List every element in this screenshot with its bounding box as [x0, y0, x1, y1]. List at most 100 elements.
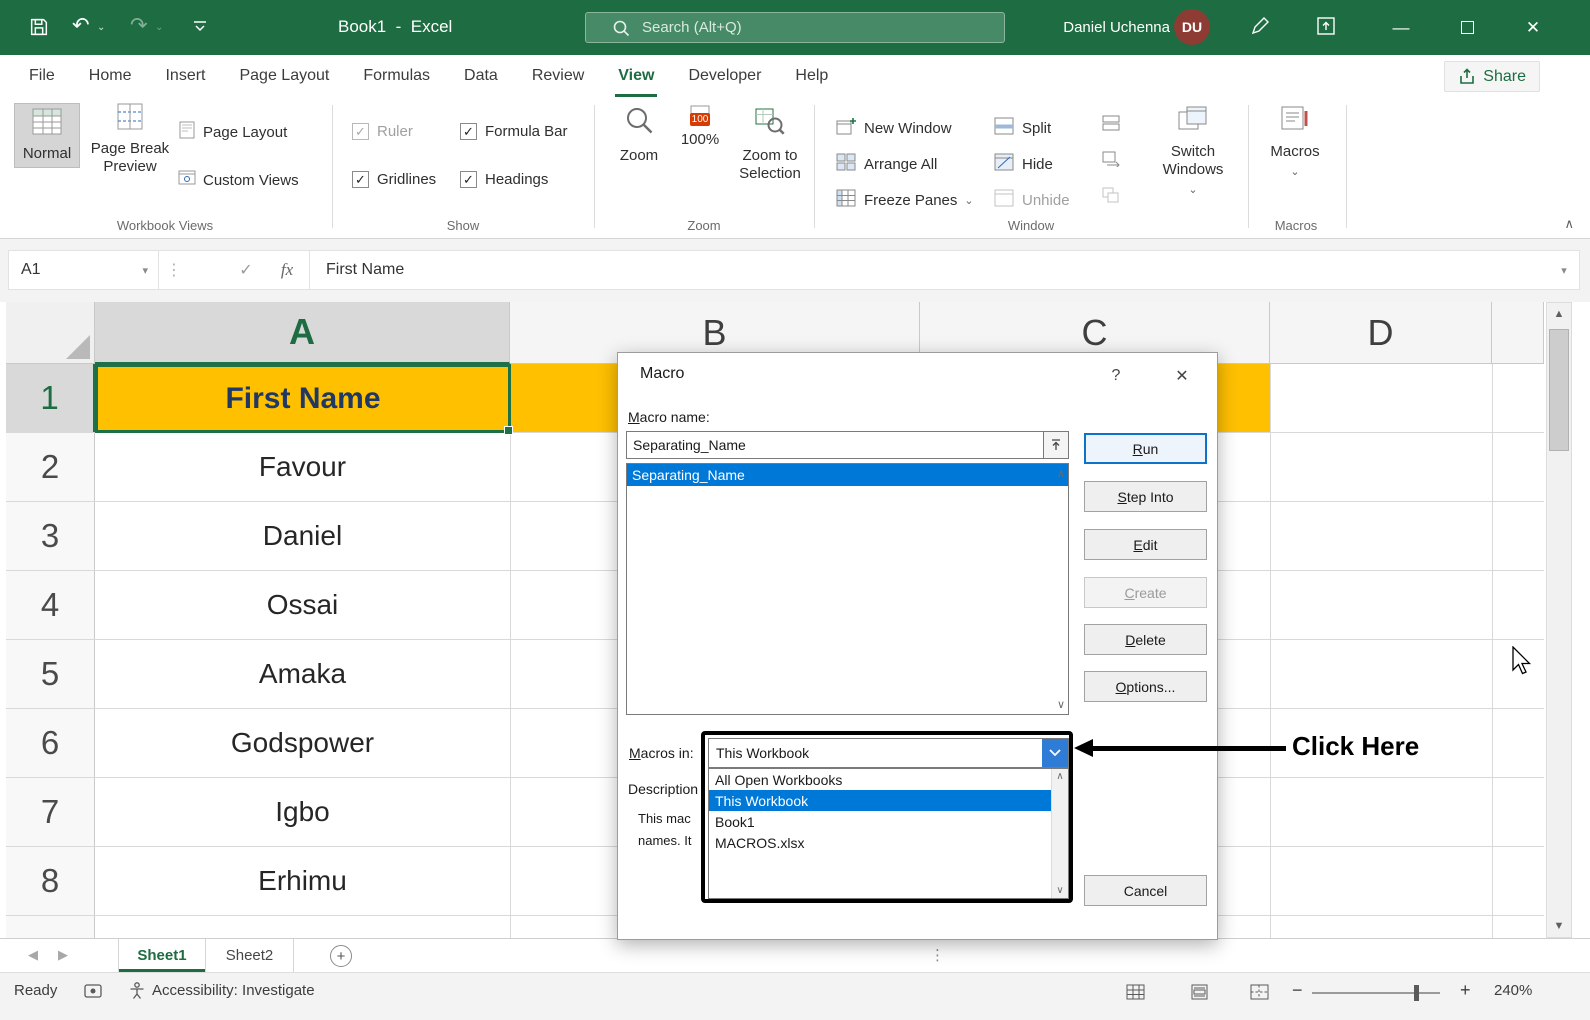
row-header-6[interactable]: 6: [6, 709, 95, 777]
cell-a1-selected[interactable]: First Name: [95, 364, 511, 433]
dialog-close-icon[interactable]: ✕: [1162, 361, 1202, 391]
row-header-9[interactable]: [6, 916, 95, 938]
sheet-nav-left-icon[interactable]: ◀: [28, 947, 38, 963]
edit-button[interactable]: Edit: [1084, 529, 1207, 560]
macro-name-expand-icon[interactable]: [1044, 431, 1069, 459]
customize-quick-access-icon[interactable]: [192, 20, 208, 39]
ruler-checkbox[interactable]: ✓ Ruler: [352, 123, 413, 140]
dialog-help-icon[interactable]: ?: [1096, 361, 1136, 391]
tab-bar-grip[interactable]: ⋮: [930, 946, 945, 964]
save-icon[interactable]: [28, 16, 50, 43]
macro-name-input[interactable]: Separating_Name: [626, 431, 1044, 459]
share-button[interactable]: Share: [1444, 61, 1540, 92]
maximize-button[interactable]: [1444, 0, 1490, 55]
custom-views-button[interactable]: Custom Views: [178, 169, 299, 191]
ink-pen-icon[interactable]: [1250, 16, 1270, 41]
row-header-1[interactable]: 1: [6, 364, 95, 432]
column-header-a[interactable]: A: [95, 302, 510, 364]
search-input[interactable]: Search (Alt+Q): [585, 12, 1005, 43]
account-name[interactable]: Daniel Uchenna: [1040, 19, 1170, 36]
cell-a5[interactable]: Amaka: [95, 640, 510, 708]
sheet-tab-sheet2[interactable]: Sheet2: [206, 939, 294, 972]
scroll-up-icon[interactable]: ▲: [1547, 308, 1571, 320]
collapse-ribbon-icon[interactable]: ∧: [1564, 216, 1574, 232]
row-header-7[interactable]: 7: [6, 778, 95, 846]
cancel-button[interactable]: Cancel: [1084, 875, 1207, 906]
split-button[interactable]: Split: [994, 117, 1051, 140]
formula-bar-checkbox[interactable]: ✓ Formula Bar: [460, 123, 568, 140]
cell-a4[interactable]: Ossai: [95, 571, 510, 639]
tab-insert[interactable]: Insert: [148, 55, 222, 97]
delete-button[interactable]: Delete: [1084, 624, 1207, 655]
cell-a6[interactable]: Godspower: [95, 709, 510, 777]
minimize-button[interactable]: —: [1378, 0, 1424, 55]
cancel-entry-icon[interactable]: [189, 251, 227, 289]
run-button[interactable]: Run: [1084, 433, 1207, 464]
insert-function-icon[interactable]: fx: [265, 251, 309, 289]
formula-bar-expand-icon[interactable]: ▾: [1549, 251, 1579, 289]
formula-bar-grip[interactable]: ⋮: [159, 251, 189, 289]
row-header-3[interactable]: 3: [6, 502, 95, 570]
column-header-e[interactable]: [1492, 302, 1544, 364]
scroll-down-icon[interactable]: ∨: [1057, 698, 1065, 711]
row-header-8[interactable]: 8: [6, 847, 95, 915]
close-button[interactable]: ✕: [1510, 0, 1556, 55]
view-side-by-side-icon[interactable]: [1102, 115, 1120, 136]
new-sheet-button[interactable]: +: [330, 945, 352, 967]
freeze-panes-button[interactable]: Freeze Panes ⌄: [836, 189, 974, 212]
tab-data[interactable]: Data: [447, 55, 515, 97]
macros-button[interactable]: Macros ⌄: [1262, 105, 1328, 179]
confirm-entry-icon[interactable]: ✓: [227, 251, 265, 289]
vertical-scrollbar-thumb[interactable]: [1549, 329, 1569, 451]
page-break-status-icon[interactable]: [1250, 984, 1269, 1004]
options-button[interactable]: Options...: [1084, 671, 1207, 702]
macro-list[interactable]: Separating_Name ∧ ∨: [626, 463, 1069, 715]
tab-file[interactable]: File: [12, 55, 72, 97]
zoom-to-selection-button[interactable]: Zoom to Selection: [732, 105, 808, 183]
headings-checkbox[interactable]: ✓ Headings: [460, 171, 548, 188]
tab-developer[interactable]: Developer: [671, 55, 778, 97]
hide-button[interactable]: Hide: [994, 153, 1053, 176]
select-all-corner[interactable]: [6, 302, 95, 364]
undo-dropdown-icon[interactable]: ⌄: [97, 22, 105, 33]
page-break-preview-button[interactable]: Page Break Preview: [86, 103, 174, 176]
tab-help[interactable]: Help: [778, 55, 845, 97]
macro-list-item-selected[interactable]: Separating_Name: [627, 464, 1068, 486]
row-header-4[interactable]: 4: [6, 571, 95, 639]
tab-home[interactable]: Home: [72, 55, 149, 97]
name-box[interactable]: A1 ▾: [9, 251, 159, 289]
cell-a7[interactable]: Igbo: [95, 778, 510, 846]
macro-record-icon[interactable]: [84, 984, 102, 1003]
cell-a2[interactable]: Favour: [95, 433, 510, 501]
row-header-5[interactable]: 5: [6, 640, 95, 708]
zoom-button[interactable]: Zoom: [610, 105, 668, 165]
column-header-d[interactable]: D: [1270, 302, 1492, 364]
arrange-all-button[interactable]: Arrange All: [836, 153, 937, 176]
sheet-nav-right-icon[interactable]: ▶: [58, 947, 68, 963]
ribbon-display-options-icon[interactable]: [1316, 16, 1336, 41]
page-layout-status-icon[interactable]: [1190, 984, 1209, 1004]
name-box-dropdown-icon[interactable]: ▾: [142, 264, 158, 277]
switch-windows-button[interactable]: Switch Windows ⌄: [1152, 105, 1234, 197]
zoom-out-button[interactable]: −: [1292, 980, 1303, 1001]
tab-formulas[interactable]: Formulas: [346, 55, 447, 97]
tab-review[interactable]: Review: [515, 55, 601, 97]
avatar[interactable]: DU: [1174, 9, 1210, 45]
row-header-2[interactable]: 2: [6, 433, 95, 501]
cell-a8[interactable]: Erhimu: [95, 847, 510, 915]
zoom-100-button[interactable]: 100 100%: [672, 105, 728, 149]
accessibility-status[interactable]: Accessibility: Investigate: [152, 982, 315, 999]
zoom-slider[interactable]: [1312, 992, 1440, 994]
normal-view-button[interactable]: Normal: [14, 103, 80, 168]
scroll-down-icon[interactable]: ▼: [1547, 920, 1571, 932]
gridlines-checkbox[interactable]: ✓ Gridlines: [352, 171, 436, 188]
sheet-tab-sheet1[interactable]: Sheet1: [118, 939, 206, 972]
undo-icon[interactable]: ↶: [72, 15, 90, 36]
vertical-scrollbar[interactable]: ▲ ▼: [1546, 302, 1572, 938]
zoom-level[interactable]: 240%: [1494, 982, 1532, 999]
synchronous-scrolling-icon[interactable]: [1102, 151, 1120, 172]
formula-content[interactable]: First Name: [310, 251, 1549, 289]
step-into-button[interactable]: Step Into: [1084, 481, 1207, 512]
new-window-button[interactable]: New Window: [836, 117, 952, 140]
zoom-in-button[interactable]: +: [1460, 980, 1471, 1001]
